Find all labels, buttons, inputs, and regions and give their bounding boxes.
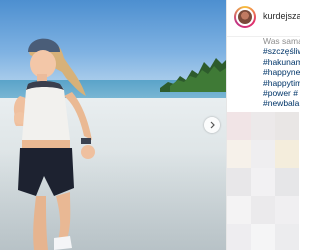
hashtag-link[interactable]: #happytim <box>263 78 300 88</box>
post-sidebar: kurdejszat Was sama #szczęśliw #hakunam … <box>226 0 300 250</box>
post-photo[interactable] <box>0 0 226 250</box>
blurred-thumbnails <box>227 112 300 250</box>
runner-figure <box>13 38 95 250</box>
next-photo-button[interactable] <box>204 117 220 133</box>
chevron-right-icon <box>210 121 215 129</box>
username-link[interactable]: kurdejszat <box>263 11 300 21</box>
avatar[interactable] <box>234 6 256 28</box>
caption-text: Was sama <box>263 36 300 46</box>
hashtag-link[interactable]: #hakunam <box>263 57 300 67</box>
hashtag-link[interactable]: #happyne <box>263 67 300 77</box>
hashtag-link[interactable]: #newbala <box>263 98 300 108</box>
hashtag-link[interactable]: #power # <box>263 88 300 98</box>
post-caption: Was sama #szczęśliw #hakunam #happyne #h… <box>263 36 300 109</box>
post-header: kurdejszat <box>227 0 300 37</box>
hashtag-link[interactable]: #szczęśliw <box>263 46 300 56</box>
